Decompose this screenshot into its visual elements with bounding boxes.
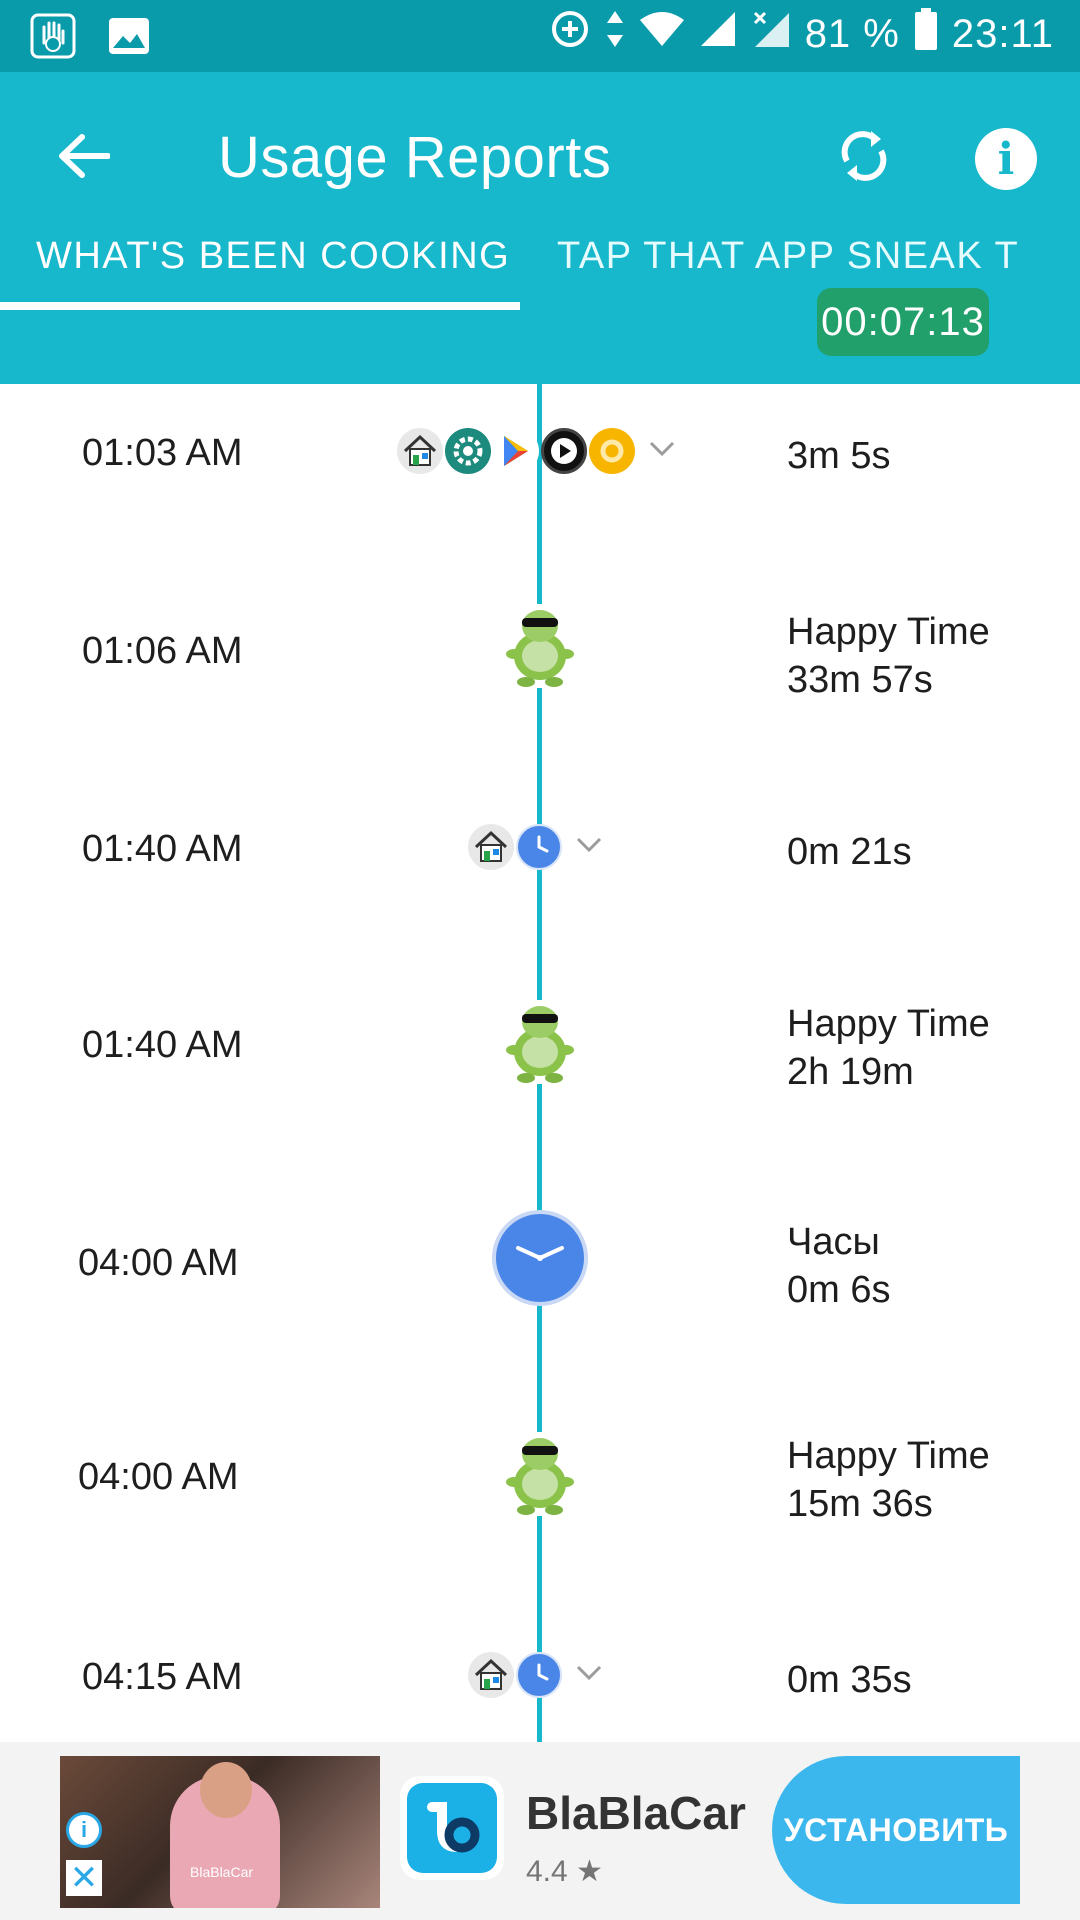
home-app-icon — [468, 1652, 514, 1698]
row-description: 0m 21s — [787, 828, 912, 876]
row-description: Happy Time 2h 19m — [787, 1000, 990, 1096]
row-duration: 15m 36s — [787, 1483, 933, 1525]
row-duration: 33m 57s — [787, 659, 933, 701]
clock-app-icon — [516, 824, 562, 870]
row-app-name: Happy Time — [787, 1435, 990, 1477]
row-duration: 0m 35s — [787, 1659, 912, 1701]
clock-app-icon — [516, 1652, 562, 1698]
row-duration: 0m 21s — [787, 831, 912, 873]
orange-ring-icon — [589, 428, 635, 474]
data-saver-icon — [549, 8, 591, 60]
signal-no-data-icon — [751, 9, 791, 59]
chevron-down-icon[interactable] — [576, 837, 602, 858]
battery-icon — [914, 8, 938, 60]
row-time: 04:15 AM — [82, 1656, 243, 1698]
signal-icon — [699, 10, 737, 58]
wifi-icon — [639, 10, 685, 58]
app-icon-group[interactable] — [468, 824, 602, 870]
play-store-icon — [493, 428, 539, 474]
ad-app-name[interactable]: BlaBlaCar — [526, 1786, 746, 1840]
image-notification-icon — [104, 12, 154, 60]
status-bar: 81 % 23:11 — [0, 0, 1080, 72]
ad-close-icon[interactable]: ✕ — [66, 1859, 102, 1897]
row-description: Часы 0m 6s — [787, 1218, 890, 1314]
row-time: 01:40 AM — [82, 1024, 243, 1066]
row-description: Happy Time 15m 36s — [787, 1432, 990, 1528]
ad-person-head — [200, 1762, 252, 1818]
chevron-down-icon[interactable] — [576, 1665, 602, 1686]
row-time: 01:03 AM — [82, 432, 243, 474]
turtle-icon — [500, 1000, 580, 1084]
tab-selected-indicator — [0, 302, 520, 310]
page-title: Usage Reports — [218, 125, 612, 190]
row-description: 3m 5s — [787, 432, 890, 480]
data-transfer-icon — [605, 9, 625, 59]
settings-gear-icon — [445, 428, 491, 474]
ad-image-brand-text: BlaBlaCar — [190, 1864, 254, 1880]
usage-timeline: 01:03 AM 3m 5s 01:06 AM Happy Time 33m 5… — [0, 384, 1080, 1742]
ad-info-icon[interactable]: i — [66, 1812, 102, 1848]
row-time: 04:00 AM — [78, 1456, 239, 1498]
battery-percent: 81 % — [804, 11, 900, 56]
home-app-icon — [468, 824, 514, 870]
back-arrow-icon[interactable] — [52, 124, 116, 188]
row-duration: 3m 5s — [787, 435, 891, 477]
row-description: 0m 35s — [787, 1656, 912, 1704]
row-time: 04:00 AM — [78, 1242, 239, 1284]
chevron-down-icon[interactable] — [649, 441, 675, 462]
blablacar-logo-icon — [407, 1783, 497, 1873]
row-description: Happy Time 33m 57s — [787, 608, 990, 704]
sync-icon[interactable] — [830, 122, 898, 190]
app-icon-group[interactable] — [397, 428, 675, 474]
app-icon-group[interactable] — [468, 1652, 602, 1698]
row-app-name: Часы — [787, 1221, 880, 1263]
row-time: 01:06 AM — [82, 630, 243, 672]
hand-timer-notification-icon — [28, 12, 78, 60]
row-duration: 2h 19m — [787, 1051, 914, 1093]
clock-app-icon — [492, 1210, 588, 1306]
ad-rating: 4.4 ★ — [526, 1855, 603, 1888]
ad-banner[interactable]: BlaBlaCar i ✕ BlaBlaCar 4.4 ★ УСТАНОВИТЬ — [0, 1742, 1080, 1920]
ad-app-icon[interactable] — [400, 1776, 504, 1880]
session-timer: 00:07:13 — [817, 288, 989, 356]
tab-tap-that-app[interactable]: TAP THAT APP SNEAK T — [557, 235, 1019, 278]
home-app-icon — [397, 428, 443, 474]
player-icon — [541, 428, 587, 474]
install-button[interactable]: УСТАНОВИТЬ — [772, 1756, 1020, 1904]
turtle-icon — [500, 604, 580, 688]
clock: 23:11 — [951, 11, 1054, 56]
tab-whats-been-cooking[interactable]: WHAT'S BEEN COOKING — [36, 235, 510, 278]
row-duration: 0m 6s — [787, 1269, 891, 1311]
row-time: 01:40 AM — [82, 828, 243, 870]
info-icon[interactable]: i — [975, 128, 1037, 190]
row-app-name: Happy Time — [787, 611, 990, 653]
row-app-name: Happy Time — [787, 1003, 990, 1045]
turtle-icon — [500, 1432, 580, 1516]
ad-image[interactable]: BlaBlaCar — [60, 1756, 380, 1908]
